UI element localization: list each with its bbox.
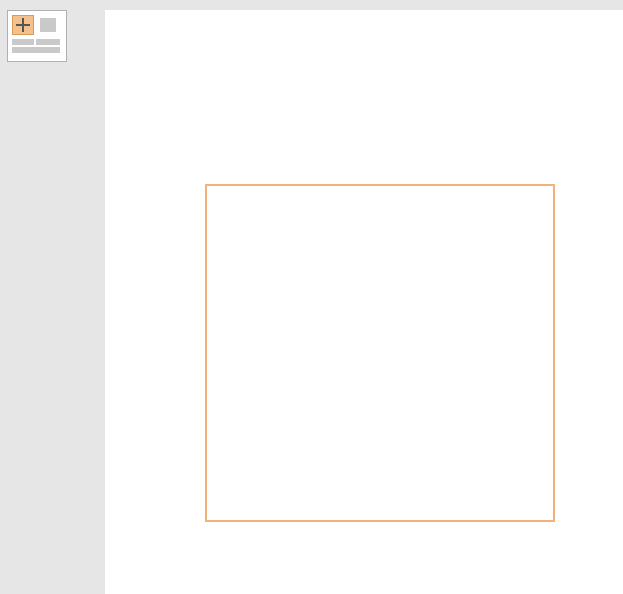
toolbar-row-1	[12, 15, 62, 35]
insert-tool-button[interactable]	[12, 15, 34, 35]
layout-option-button[interactable]	[12, 39, 60, 57]
rectangle-tool-button[interactable]	[37, 15, 59, 35]
rectangle-shape[interactable]	[205, 184, 555, 522]
toolbar-row-2	[12, 39, 62, 57]
layout-bars-icon	[12, 39, 60, 45]
plus-icon	[16, 18, 30, 32]
document-canvas[interactable]	[105, 10, 623, 594]
layout-toolbar	[7, 10, 67, 62]
square-icon	[40, 18, 56, 32]
